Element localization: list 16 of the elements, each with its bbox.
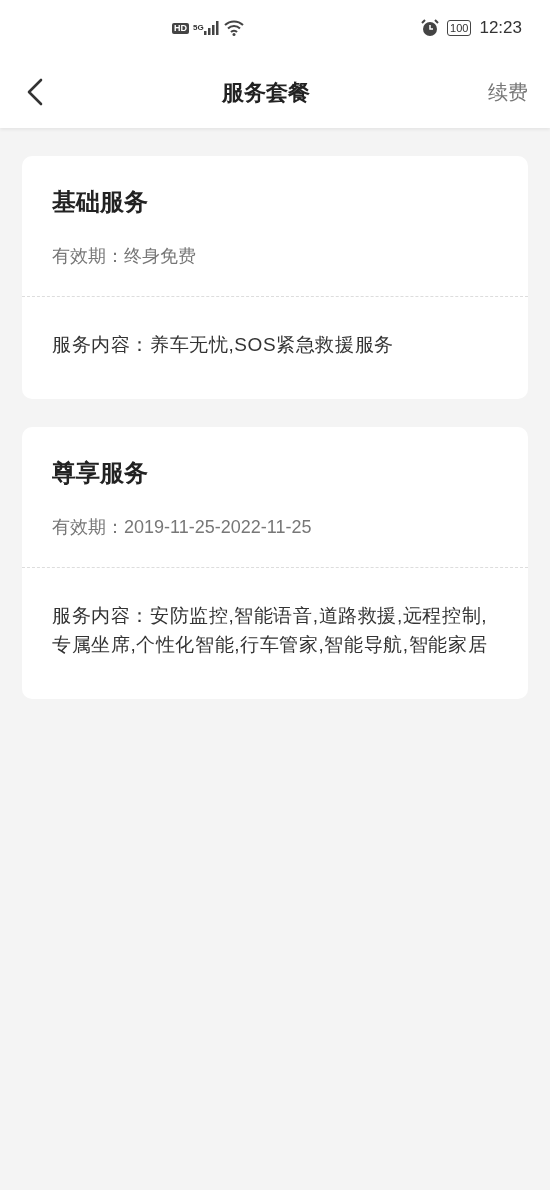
network-type-label: HD <box>172 22 189 34</box>
validity-text: 有效期：终身免费 <box>52 244 197 268</box>
clock-time: 12:23 <box>479 17 522 40</box>
service-content-text: 服务内容：安防监控,智能语音,道路救援,远程控制,专属坐席,个性化智能,行车管家,智能导航,智能家居 <box>52 605 488 655</box>
package-name: 尊享服务 <box>52 459 149 489</box>
wifi-icon <box>223 20 244 36</box>
network-type-label: 5G <box>193 24 204 32</box>
alarm-clock-icon <box>421 19 440 37</box>
page-title: 服务套餐 <box>222 78 310 107</box>
back-button[interactable] <box>26 78 44 106</box>
service-content-text: 服务内容：养车无忧,SOS紧急救援服务 <box>52 333 394 355</box>
package-name: 基础服务 <box>52 188 149 217</box>
renew-button[interactable]: 续费 <box>488 77 528 107</box>
validity-text: 有效期：2019-11-25-2022-11-25 <box>52 516 313 540</box>
signal-icon <box>203 21 220 35</box>
battery-level: 100 <box>447 20 472 36</box>
